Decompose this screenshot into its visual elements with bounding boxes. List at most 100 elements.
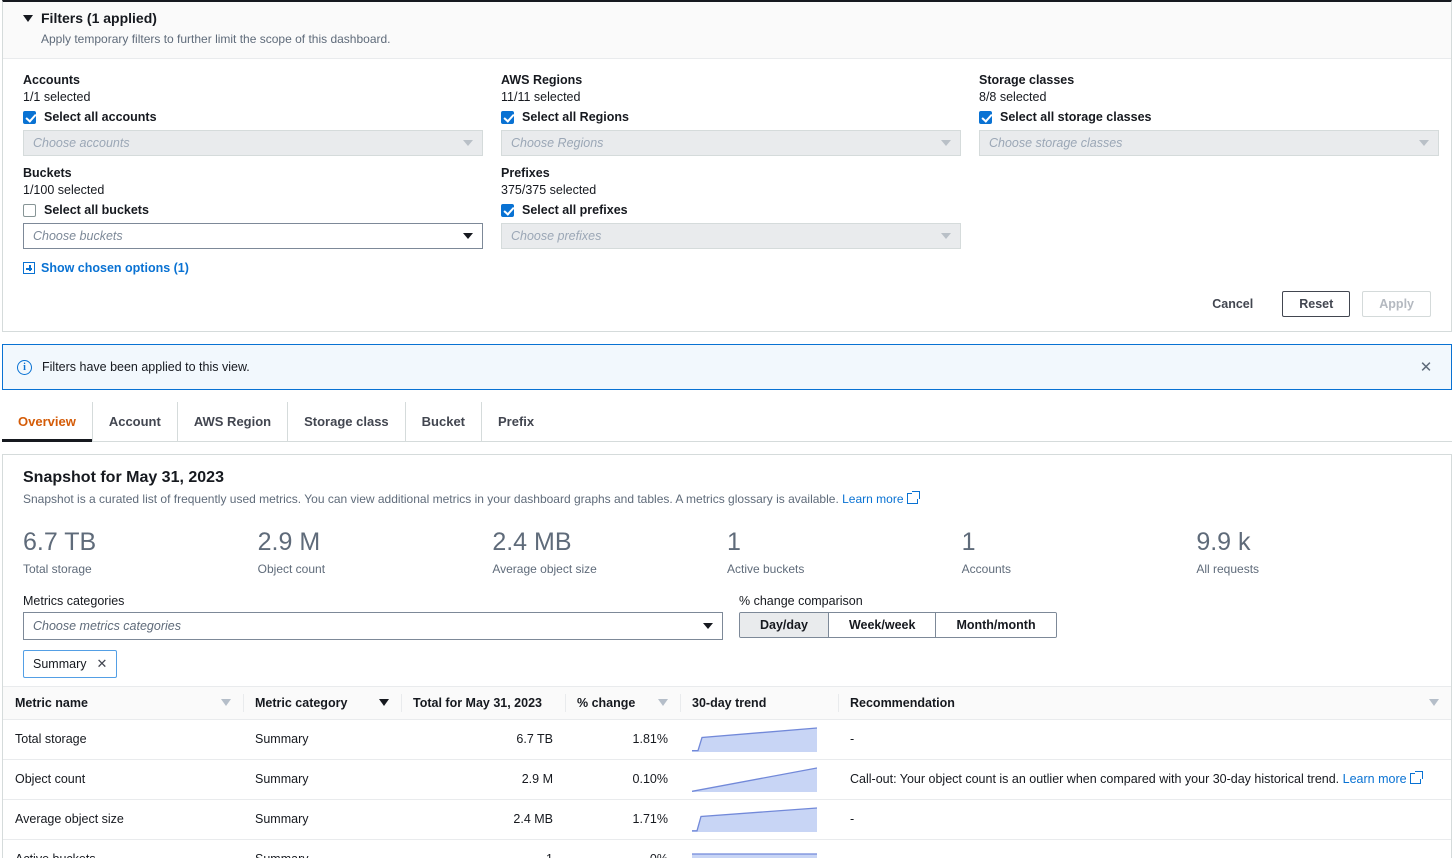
cell-metric-name: Active buckets <box>3 839 243 858</box>
cell-metric-name: Object count <box>3 759 243 799</box>
cell-trend <box>680 719 838 759</box>
select-all-buckets-checkbox-row[interactable]: Select all buckets <box>23 203 483 217</box>
change-comparison-segmented-control: Day/day Week/week Month/month <box>739 612 1057 638</box>
select-all-regions-checkbox-row[interactable]: Select all Regions <box>501 110 961 124</box>
filters-actions: Cancel Reset Apply <box>3 287 1451 331</box>
kpi-label: Active buckets <box>727 562 962 576</box>
chevron-down-icon <box>23 15 33 22</box>
accounts-select[interactable]: Choose accounts <box>23 130 483 156</box>
cell-recommendation: - <box>838 799 1451 839</box>
checkbox-icon[interactable] <box>23 204 36 217</box>
tab-bucket[interactable]: Bucket <box>406 402 482 441</box>
checkbox-icon[interactable] <box>979 111 992 124</box>
recommendation-learn-more-link[interactable]: Learn more <box>1343 772 1407 786</box>
change-comparison-control: % change comparison Day/day Week/week Mo… <box>739 594 1057 638</box>
column-header-total[interactable]: Total for May 31, 2023 <box>401 686 565 719</box>
sort-arrow-icon[interactable] <box>658 699 668 706</box>
column-label: Metric category <box>255 696 347 710</box>
column-label: Metric name <box>15 696 88 710</box>
table-row: Average object size Summary 2.4 MB 1.71%… <box>3 799 1451 839</box>
metrics-table: Metric name Metric category Total for Ma… <box>3 686 1451 858</box>
select-all-regions-label: Select all Regions <box>522 110 629 124</box>
filters-title-text: Filters (1 applied) <box>41 10 157 26</box>
sort-arrow-icon[interactable] <box>379 699 389 706</box>
tab-storage-class[interactable]: Storage class <box>288 402 406 441</box>
segment-day-day[interactable]: Day/day <box>740 613 829 637</box>
kpi-row: 6.7 TB Total storage 2.9 M Object count … <box>3 518 1451 594</box>
kpi-value: 6.7 TB <box>23 528 258 557</box>
kpi-all-requests: 9.9 k All requests <box>1196 528 1431 576</box>
select-all-storage-classes-label: Select all storage classes <box>1000 110 1151 124</box>
remove-token-icon[interactable]: ✕ <box>96 656 107 672</box>
column-label: Recommendation <box>850 696 955 710</box>
column-label: Total for May 31, 2023 <box>413 696 542 710</box>
sort-arrow-icon[interactable] <box>221 699 231 706</box>
cell-trend <box>680 839 838 858</box>
snapshot-description-text: Snapshot is a curated list of frequently… <box>23 492 839 506</box>
column-header-metric-name[interactable]: Metric name <box>3 686 243 719</box>
kpi-value: 9.9 k <box>1196 528 1431 557</box>
cell-metric-category: Summary <box>243 759 401 799</box>
table-row: Object count Summary 2.9 M 0.10% Call-ou… <box>3 759 1451 799</box>
snapshot-learn-more-link[interactable]: Learn more <box>842 492 903 506</box>
filter-group-storage-classes: Storage classes 8/8 selected Select all … <box>979 73 1439 156</box>
sort-arrow-icon[interactable] <box>1429 699 1439 706</box>
sparkline-chart <box>692 767 817 792</box>
filter-count-prefixes: 375/375 selected <box>501 183 961 197</box>
regions-select-placeholder: Choose Regions <box>511 136 603 150</box>
checkbox-icon[interactable] <box>501 204 514 217</box>
dashboard-page: Filters (1 applied) Apply temporary filt… <box>0 0 1454 858</box>
tab-prefix[interactable]: Prefix <box>482 402 550 441</box>
column-header-pct-change[interactable]: % change <box>565 686 680 719</box>
reset-button[interactable]: Reset <box>1282 291 1350 317</box>
sparkline-chart <box>692 847 817 858</box>
storage-classes-select[interactable]: Choose storage classes <box>979 130 1439 156</box>
filter-grid-spacer <box>979 166 1454 277</box>
close-icon[interactable]: ✕ <box>1413 354 1439 380</box>
segment-month-month[interactable]: Month/month <box>936 613 1055 637</box>
cell-total: 2.4 MB <box>401 799 565 839</box>
cell-total: 6.7 TB <box>401 719 565 759</box>
buckets-select[interactable]: Choose buckets <box>23 223 483 249</box>
metrics-categories-select[interactable]: Choose metrics categories <box>23 612 723 640</box>
column-header-30-day-trend[interactable]: 30-day trend <box>680 686 838 719</box>
select-all-prefixes-checkbox-row[interactable]: Select all prefixes <box>501 203 961 217</box>
select-all-accounts-label: Select all accounts <box>44 110 157 124</box>
filters-toggle[interactable]: Filters (1 applied) <box>23 10 1431 26</box>
filter-count-accounts: 1/1 selected <box>23 90 483 104</box>
cell-trend <box>680 799 838 839</box>
kpi-object-count: 2.9 M Object count <box>258 528 493 576</box>
show-chosen-options-link[interactable]: Show chosen options (1) <box>23 261 189 275</box>
segment-week-week[interactable]: Week/week <box>829 613 936 637</box>
sparkline-chart <box>692 727 817 752</box>
chevron-down-icon <box>941 140 951 146</box>
select-all-storage-classes-checkbox-row[interactable]: Select all storage classes <box>979 110 1439 124</box>
chevron-down-icon <box>1419 140 1429 146</box>
change-comparison-label: % change comparison <box>739 594 1057 608</box>
tab-account[interactable]: Account <box>93 402 178 441</box>
snapshot-card: Snapshot for May 31, 2023 Snapshot is a … <box>2 454 1452 858</box>
page-title: Snapshot for May 31, 2023 <box>23 469 1431 487</box>
column-header-recommendation[interactable]: Recommendation <box>838 686 1451 719</box>
select-all-accounts-checkbox-row[interactable]: Select all accounts <box>23 110 483 124</box>
filter-label-accounts: Accounts <box>23 73 483 87</box>
kpi-value: 1 <box>727 528 962 557</box>
cell-metric-category: Summary <box>243 839 401 858</box>
tab-aws-region[interactable]: AWS Region <box>178 402 288 441</box>
cancel-button[interactable]: Cancel <box>1195 291 1270 317</box>
recommendation-text: Call-out: Your object count is an outlie… <box>850 772 1339 786</box>
accounts-select-placeholder: Choose accounts <box>33 136 130 150</box>
filter-count-storage-classes: 8/8 selected <box>979 90 1439 104</box>
prefixes-select[interactable]: Choose prefixes <box>501 223 961 249</box>
checkbox-icon[interactable] <box>23 111 36 124</box>
table-row: Active buckets Summary 1 0% - <box>3 839 1451 858</box>
filter-label-prefixes: Prefixes <box>501 166 961 180</box>
checkbox-icon[interactable] <box>501 111 514 124</box>
kpi-value: 1 <box>962 528 1197 557</box>
filters-header: Filters (1 applied) Apply temporary filt… <box>3 2 1451 59</box>
tab-overview[interactable]: Overview <box>2 402 93 441</box>
table-header-row: Metric name Metric category Total for Ma… <box>3 686 1451 719</box>
column-header-metric-category[interactable]: Metric category <box>243 686 401 719</box>
regions-select[interactable]: Choose Regions <box>501 130 961 156</box>
buckets-select-placeholder: Choose buckets <box>33 229 123 243</box>
